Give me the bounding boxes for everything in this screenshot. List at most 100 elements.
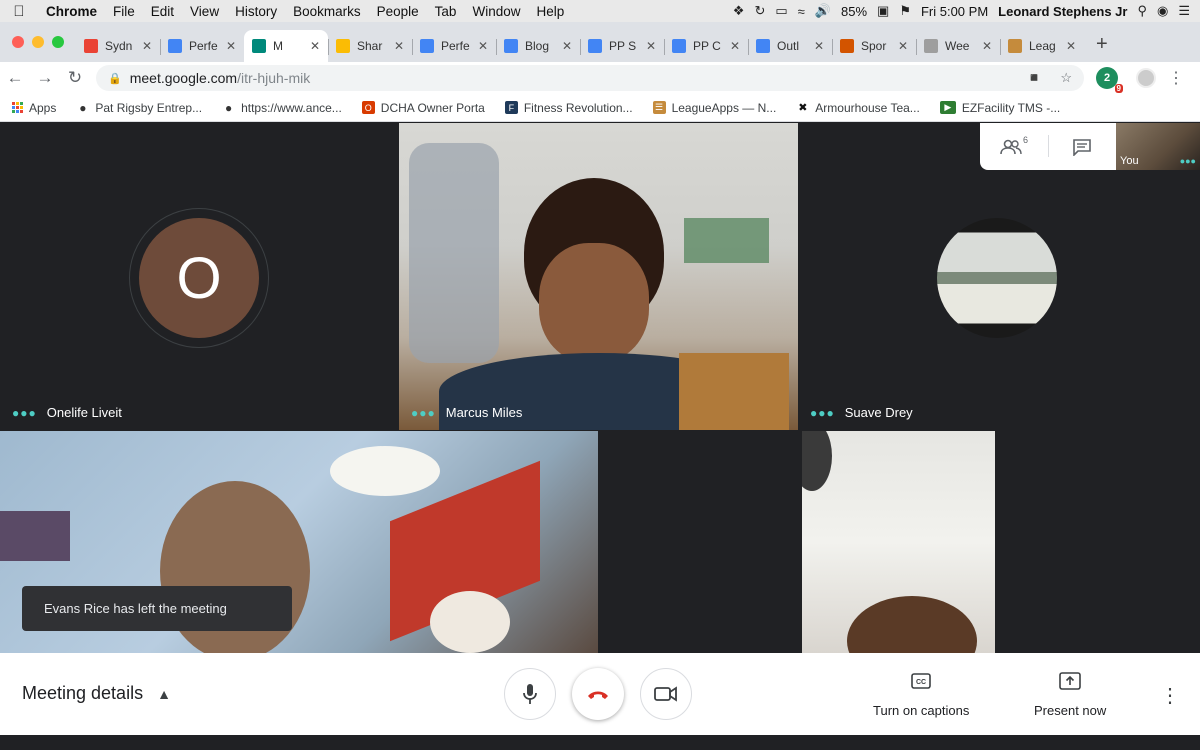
volume-icon[interactable]: 🔊 <box>815 3 831 19</box>
tab-close-icon[interactable]: ✕ <box>142 39 152 53</box>
more-options-icon[interactable]: ⋮ <box>1160 683 1180 708</box>
bookmark-armourhouse[interactable]: ✖ Armourhouse Tea... <box>796 101 920 115</box>
sports-icon <box>840 39 854 53</box>
drive-icon <box>336 39 350 53</box>
hang-up-button[interactable] <box>572 668 624 720</box>
captions-button[interactable]: CC Turn on captions <box>873 669 969 718</box>
tab-close-icon[interactable]: ✕ <box>562 39 572 53</box>
bookmark-leagueapps[interactable]: ☰ LeagueApps — N... <box>652 101 776 115</box>
phone-hangup-icon <box>588 691 608 699</box>
tab-close-icon[interactable]: ✕ <box>310 39 320 53</box>
tab-close-icon[interactable]: ✕ <box>730 39 740 53</box>
tab-8[interactable]: Outl ✕ <box>748 30 832 62</box>
tab-title: Perfe <box>441 39 470 53</box>
menu-bookmarks[interactable]: Bookmarks <box>285 4 369 19</box>
menu-people[interactable]: People <box>369 4 427 19</box>
siri-icon[interactable]: ◉ <box>1157 3 1168 19</box>
clock[interactable]: Fri 5:00 PM <box>921 4 988 19</box>
maximize-window-button[interactable] <box>52 36 64 48</box>
chrome-menu-icon[interactable]: ⋮ <box>1168 68 1184 88</box>
tab-close-icon[interactable]: ✕ <box>898 39 908 53</box>
bookmark-pat-rigsby[interactable]: ● Pat Rigsby Entrep... <box>76 101 202 115</box>
self-view-tile[interactable]: You ●●● <box>1116 123 1200 170</box>
tab-close-icon[interactable]: ✕ <box>226 39 236 53</box>
microphone-button[interactable] <box>504 668 556 720</box>
bookmark-star-icon[interactable]: ☆ <box>1060 70 1072 86</box>
tab-0[interactable]: Sydn ✕ <box>76 30 160 62</box>
tab-1[interactable]: Perfe ✕ <box>160 30 244 62</box>
meeting-grid: O ●●● Onelife Liveit ●●● Marcus Miles ●●… <box>0 123 1200 653</box>
show-everyone-button[interactable]: 6 <box>980 123 1048 170</box>
tab-close-icon[interactable]: ✕ <box>646 39 656 53</box>
profile-avatar[interactable] <box>1136 68 1156 88</box>
tab-7[interactable]: PP C ✕ <box>664 30 748 62</box>
svg-text:CC: CC <box>916 679 926 686</box>
tab-close-icon[interactable]: ✕ <box>478 39 488 53</box>
tab-title: Shar <box>357 39 383 53</box>
participant-tile-marcus[interactable]: ●●● Marcus Miles <box>399 123 798 430</box>
audio-indicator-icon: ●●● <box>1179 156 1196 166</box>
reload-icon[interactable]: ↻ <box>60 68 90 88</box>
tab-3[interactable]: Shar ✕ <box>328 30 412 62</box>
camera-in-use-icon[interactable]: ◾ <box>1026 70 1042 86</box>
chat-button[interactable] <box>1048 123 1116 170</box>
tab-9[interactable]: Spor ✕ <box>832 30 916 62</box>
tab-5[interactable]: Blog ✕ <box>496 30 580 62</box>
meeting-details-button[interactable]: Meeting details ▲ <box>22 683 171 704</box>
menu-history[interactable]: History <box>227 4 285 19</box>
spotlight-icon[interactable]: ⚲ <box>1137 3 1147 19</box>
tab-title: Blog <box>525 39 550 53</box>
participant-name-text: Onelife Liveit <box>46 405 122 420</box>
extension-icon[interactable]: 29 <box>1096 67 1123 93</box>
bookmark-apps[interactable]: Apps <box>12 101 56 115</box>
tab-close-icon[interactable]: ✕ <box>982 39 992 53</box>
address-bar[interactable]: 🔒 meet.google.com /itr-hjuh-mik ◾ ☆ <box>96 65 1084 91</box>
wifi-icon[interactable]: ≈ <box>798 4 805 19</box>
minimize-window-button[interactable] <box>32 36 44 48</box>
new-tab-button[interactable]: + <box>1084 33 1120 62</box>
camera-button[interactable] <box>640 668 692 720</box>
menu-window[interactable]: Window <box>464 4 528 19</box>
bookmark-fitness-revolution[interactable]: F Fitness Revolution... <box>504 101 633 115</box>
present-now-button[interactable]: Present now <box>1034 669 1106 718</box>
tab-close-icon[interactable]: ✕ <box>814 39 824 53</box>
dropbox-icon[interactable]: ❖ <box>733 3 745 19</box>
airplay-icon[interactable]: ▭ <box>775 3 787 19</box>
left-meeting-toast: Evans Rice has left the meeting <box>22 586 292 631</box>
chat-icon <box>1073 138 1091 156</box>
close-window-button[interactable] <box>12 36 24 48</box>
tab-close-icon[interactable]: ✕ <box>394 39 404 53</box>
menu-help[interactable]: Help <box>528 4 572 19</box>
tab-2[interactable]: M ✕ <box>244 30 328 62</box>
video-poster <box>684 218 769 263</box>
menu-app-name[interactable]: Chrome <box>38 4 105 19</box>
menu-file[interactable]: File <box>105 4 143 19</box>
browser-toolbar: ← → ↻ 🔒 meet.google.com /itr-hjuh-mik ◾ … <box>0 62 1200 94</box>
tab-close-icon[interactable]: ✕ <box>1066 39 1076 53</box>
armour-icon: ✖ <box>798 102 808 114</box>
time-machine-icon[interactable]: ↻ <box>754 3 765 19</box>
menu-view[interactable]: View <box>182 4 227 19</box>
participant-tile-wall[interactable] <box>802 431 995 653</box>
captions-label: Turn on captions <box>873 703 970 718</box>
bookmark-dcha[interactable]: O DCHA Owner Porta <box>361 101 485 115</box>
forward-arrow-icon[interactable]: → <box>30 68 60 88</box>
bookmark-label: EZFacility TMS -... <box>961 100 1061 115</box>
tab-6[interactable]: PP S ✕ <box>580 30 664 62</box>
user-name[interactable]: Leonard Stephens Jr <box>998 4 1127 19</box>
battery-icon[interactable]: ▣ <box>877 3 889 19</box>
bookmark-ancestry[interactable]: ● https://www.ance... <box>222 101 342 115</box>
bookmark-ezfacility[interactable]: ▶ EZFacility TMS -... <box>939 100 1061 115</box>
menu-tab[interactable]: Tab <box>427 4 465 19</box>
menu-edit[interactable]: Edit <box>143 4 182 19</box>
lock-icon[interactable]: 🔒 <box>108 72 122 85</box>
notification-center-icon[interactable]: ☰ <box>1178 3 1190 19</box>
back-arrow-icon[interactable]: ← <box>0 68 30 88</box>
participant-tile-onelife[interactable]: O ●●● Onelife Liveit <box>0 123 399 430</box>
tab-10[interactable]: Wee ✕ <box>916 30 1000 62</box>
tab-11[interactable]: Leag ✕ <box>1000 30 1084 62</box>
flag-icon[interactable]: ⚑ <box>899 3 911 19</box>
tab-4[interactable]: Perfe ✕ <box>412 30 496 62</box>
dock-strip <box>0 735 1200 750</box>
apple-icon[interactable]:  <box>0 3 38 20</box>
